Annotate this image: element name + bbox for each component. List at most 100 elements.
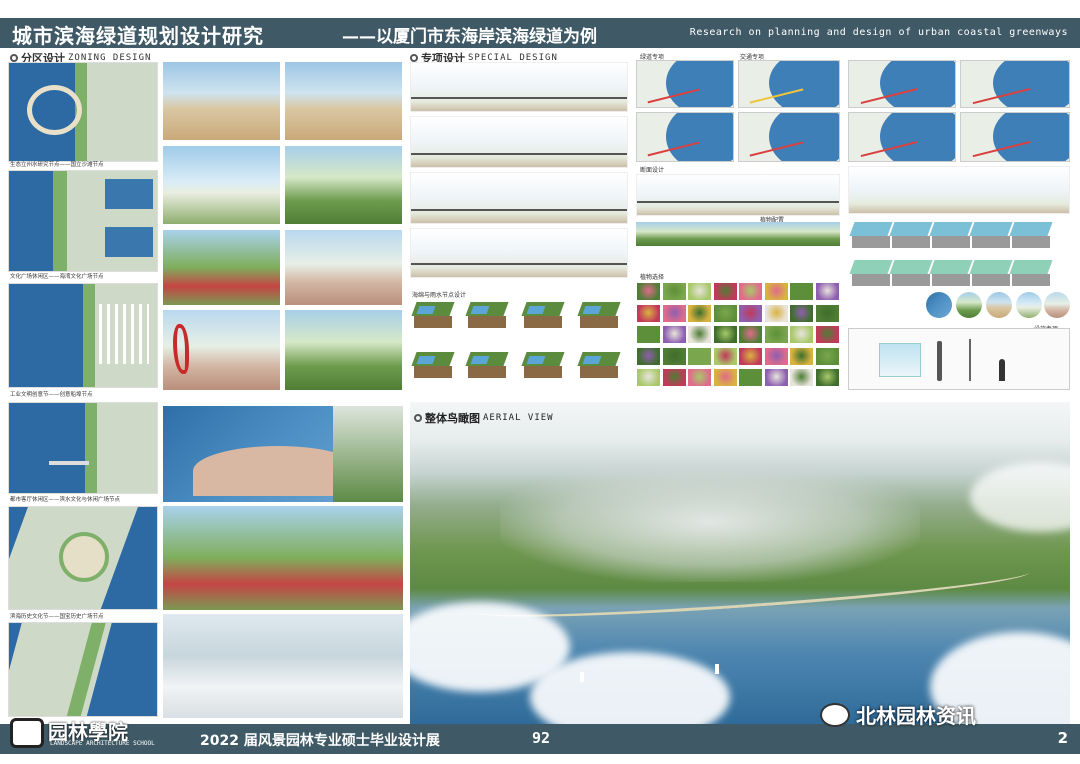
- plant-photo: [814, 346, 840, 366]
- zone-label-3: 工业文明创意节——创意船埠节点: [10, 392, 93, 398]
- facility-diagram: [848, 328, 1070, 390]
- sponge-block-5: [411, 352, 455, 378]
- plant-photo: [661, 368, 687, 387]
- design-board: 城市滨海绿道规划设计研究 ——以厦门市东海岸滨海绿道为例 Research on…: [0, 0, 1080, 764]
- photo-palm-red-path: [163, 506, 403, 610]
- plant-photo: [738, 282, 763, 301]
- zone-map-5: [8, 506, 158, 610]
- plant-photo: [636, 368, 661, 387]
- circle-photo-3: [986, 292, 1012, 318]
- photo-garden-path: [285, 146, 402, 224]
- map-traffic-3: [960, 60, 1070, 108]
- landform-block-5: [1009, 222, 1053, 248]
- plant-photo: [712, 282, 738, 301]
- landform-block-1: [849, 222, 893, 248]
- cross-section-3: [410, 172, 628, 224]
- map-green-1: [636, 60, 734, 108]
- zone-map-3: [8, 283, 158, 388]
- plant-photo: [789, 303, 814, 323]
- board-title: 城市滨海绿道规划设计研究: [12, 24, 264, 48]
- zone-label-1: 生态立州水研究节点——国立沙滩节点: [10, 162, 104, 168]
- plant-photo: [661, 282, 687, 301]
- zone-map-6: [8, 622, 158, 717]
- scene-recommend-title: 植物选择: [640, 274, 665, 281]
- plant-photo: [789, 282, 814, 301]
- plant-photo: [763, 346, 789, 366]
- school-name-en: LANDSCAPE ARCHITECTURE SCHOOL: [50, 740, 155, 747]
- tree-section-diagram: [848, 166, 1070, 214]
- photo-red-track: [163, 230, 280, 305]
- map-traffic-2: [848, 60, 956, 108]
- photo-fountain-plaza: [163, 406, 403, 502]
- plant-photo: [763, 303, 789, 323]
- footer-page-number: 2: [1057, 729, 1068, 747]
- zone-label-2: 文化广场休闲区——海湾文化广场节点: [10, 274, 104, 280]
- zone-label-4: 都市客厅休闲区——滨水文化与休闲广场节点: [10, 497, 121, 503]
- circle-photo-1: [926, 292, 952, 318]
- plant-photo: [789, 368, 814, 387]
- sponge-block-3: [521, 302, 565, 328]
- plant-photo: [814, 325, 840, 344]
- plant-photo: [712, 346, 738, 366]
- sponge-block-4: [577, 302, 621, 328]
- plant-photo: [738, 325, 763, 344]
- circle-photo-2: [956, 292, 982, 318]
- cross-section-2: [410, 116, 628, 168]
- zone-map-4: [8, 402, 158, 494]
- plant-photo: [661, 325, 687, 344]
- photo-waterfront-square: [163, 614, 403, 718]
- plant-photo: [763, 368, 789, 387]
- plant-photo: [712, 303, 738, 323]
- plant-photo: [636, 303, 661, 323]
- photo-beach-house: [285, 62, 402, 140]
- map-traffic-6: [960, 112, 1070, 162]
- plant-photo: [763, 282, 789, 301]
- section-dot-icon: [10, 54, 18, 62]
- landform-block-9: [969, 260, 1013, 286]
- sponge-block-1: [411, 302, 455, 328]
- wechat-icon: [820, 702, 850, 727]
- landform-block-3: [929, 222, 973, 248]
- landform-block-7: [889, 260, 933, 286]
- sponge-block-8: [577, 352, 621, 378]
- plant-photo: [738, 303, 763, 323]
- plant-photo: [636, 282, 661, 301]
- plant-photo: [789, 346, 814, 366]
- plant-photo: [738, 368, 763, 387]
- plant-photo: [712, 368, 738, 387]
- sponge-title: 海绵与雨水节点设计: [412, 292, 467, 299]
- map-traffic-1: [738, 60, 840, 108]
- section-dot-icon: [410, 54, 418, 62]
- map-traffic-4: [738, 112, 840, 162]
- plant-config-strip: [636, 222, 840, 246]
- school-logo: 园林學院 LANDSCAPE ARCHITECTURE SCHOOL: [8, 716, 188, 756]
- photo-beach-boardwalk: [163, 62, 280, 140]
- sponge-block-6: [465, 352, 509, 378]
- zone-map-2: [8, 170, 158, 272]
- plant-photo: [814, 303, 840, 323]
- plant-photo: [687, 368, 712, 387]
- footer-exhibition-title: 2022 届风景园林专业硕士毕业设计展: [200, 733, 440, 749]
- photo-seaside-walk: [163, 146, 280, 224]
- map-traffic-5: [848, 112, 956, 162]
- plant-photo: [763, 325, 789, 344]
- plant-photo: [687, 346, 712, 366]
- zone-label-5: 滨海历史文化节——国宝历史广场节点: [10, 614, 104, 620]
- plant-photo: [687, 282, 712, 301]
- plant-photo: [687, 325, 712, 344]
- aerial-view-image: [410, 402, 1070, 724]
- plant-photo: [814, 368, 840, 387]
- plant-section-diagram: [636, 174, 840, 216]
- sponge-block-2: [465, 302, 509, 328]
- plant-photo: [687, 303, 712, 323]
- footer-exhibit-number: 92: [532, 729, 551, 747]
- landform-block-4: [969, 222, 1013, 248]
- wechat-watermark: 北林园林资讯: [820, 700, 976, 729]
- aerial-section-title: 整体鸟瞰图 AERIAL VIEW: [414, 410, 554, 426]
- landform-block-2: [889, 222, 933, 248]
- board-title-en: Research on planning and design of urban…: [689, 27, 1068, 38]
- cross-section-4: [410, 228, 628, 278]
- sponge-block-7: [521, 352, 565, 378]
- map-green-2: [636, 112, 734, 162]
- plant-photo: [814, 282, 840, 301]
